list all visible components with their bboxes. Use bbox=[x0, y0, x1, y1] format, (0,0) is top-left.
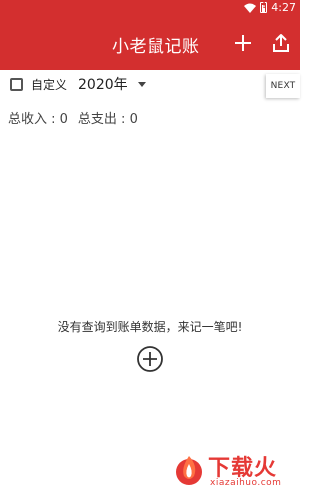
filter-row: 自定义 2020年 NEXT bbox=[0, 70, 300, 100]
year-value: 2020年 bbox=[78, 77, 128, 93]
dropdown-arrow-icon bbox=[137, 81, 146, 87]
battery-alert-icon: ! bbox=[260, 1, 268, 13]
add-circle-icon[interactable] bbox=[136, 345, 164, 373]
wifi-icon bbox=[244, 3, 257, 13]
watermark: 下载火 xiazaihuo.com bbox=[172, 450, 292, 492]
total-expense: 总支出 : 0 bbox=[77, 112, 138, 127]
year-select[interactable]: 2020年 bbox=[78, 73, 146, 95]
next-button[interactable]: NEXT bbox=[266, 74, 300, 98]
share-icon[interactable] bbox=[270, 32, 292, 54]
add-icon[interactable] bbox=[232, 32, 254, 54]
empty-state-message: 没有查询到账单数据，来记一笔吧! bbox=[57, 320, 243, 334]
summary: 总收入 : 0 总支出 : 0 bbox=[8, 108, 138, 127]
app-toolbar: 小老鼠记账 bbox=[0, 17, 300, 70]
status-time: 4:27 bbox=[271, 1, 296, 14]
total-income: 总收入 : 0 bbox=[8, 112, 68, 127]
custom-checkbox-label[interactable]: 自定义 bbox=[31, 76, 67, 93]
flame-logo-icon bbox=[176, 456, 202, 485]
status-bar: ! 4:27 bbox=[0, 0, 300, 17]
watermark-domain: xiazaihuo.com bbox=[210, 478, 282, 488]
status-icons: ! 4:27 bbox=[244, 1, 296, 14]
custom-checkbox[interactable] bbox=[10, 78, 23, 91]
app-title: 小老鼠记账 bbox=[112, 37, 200, 57]
